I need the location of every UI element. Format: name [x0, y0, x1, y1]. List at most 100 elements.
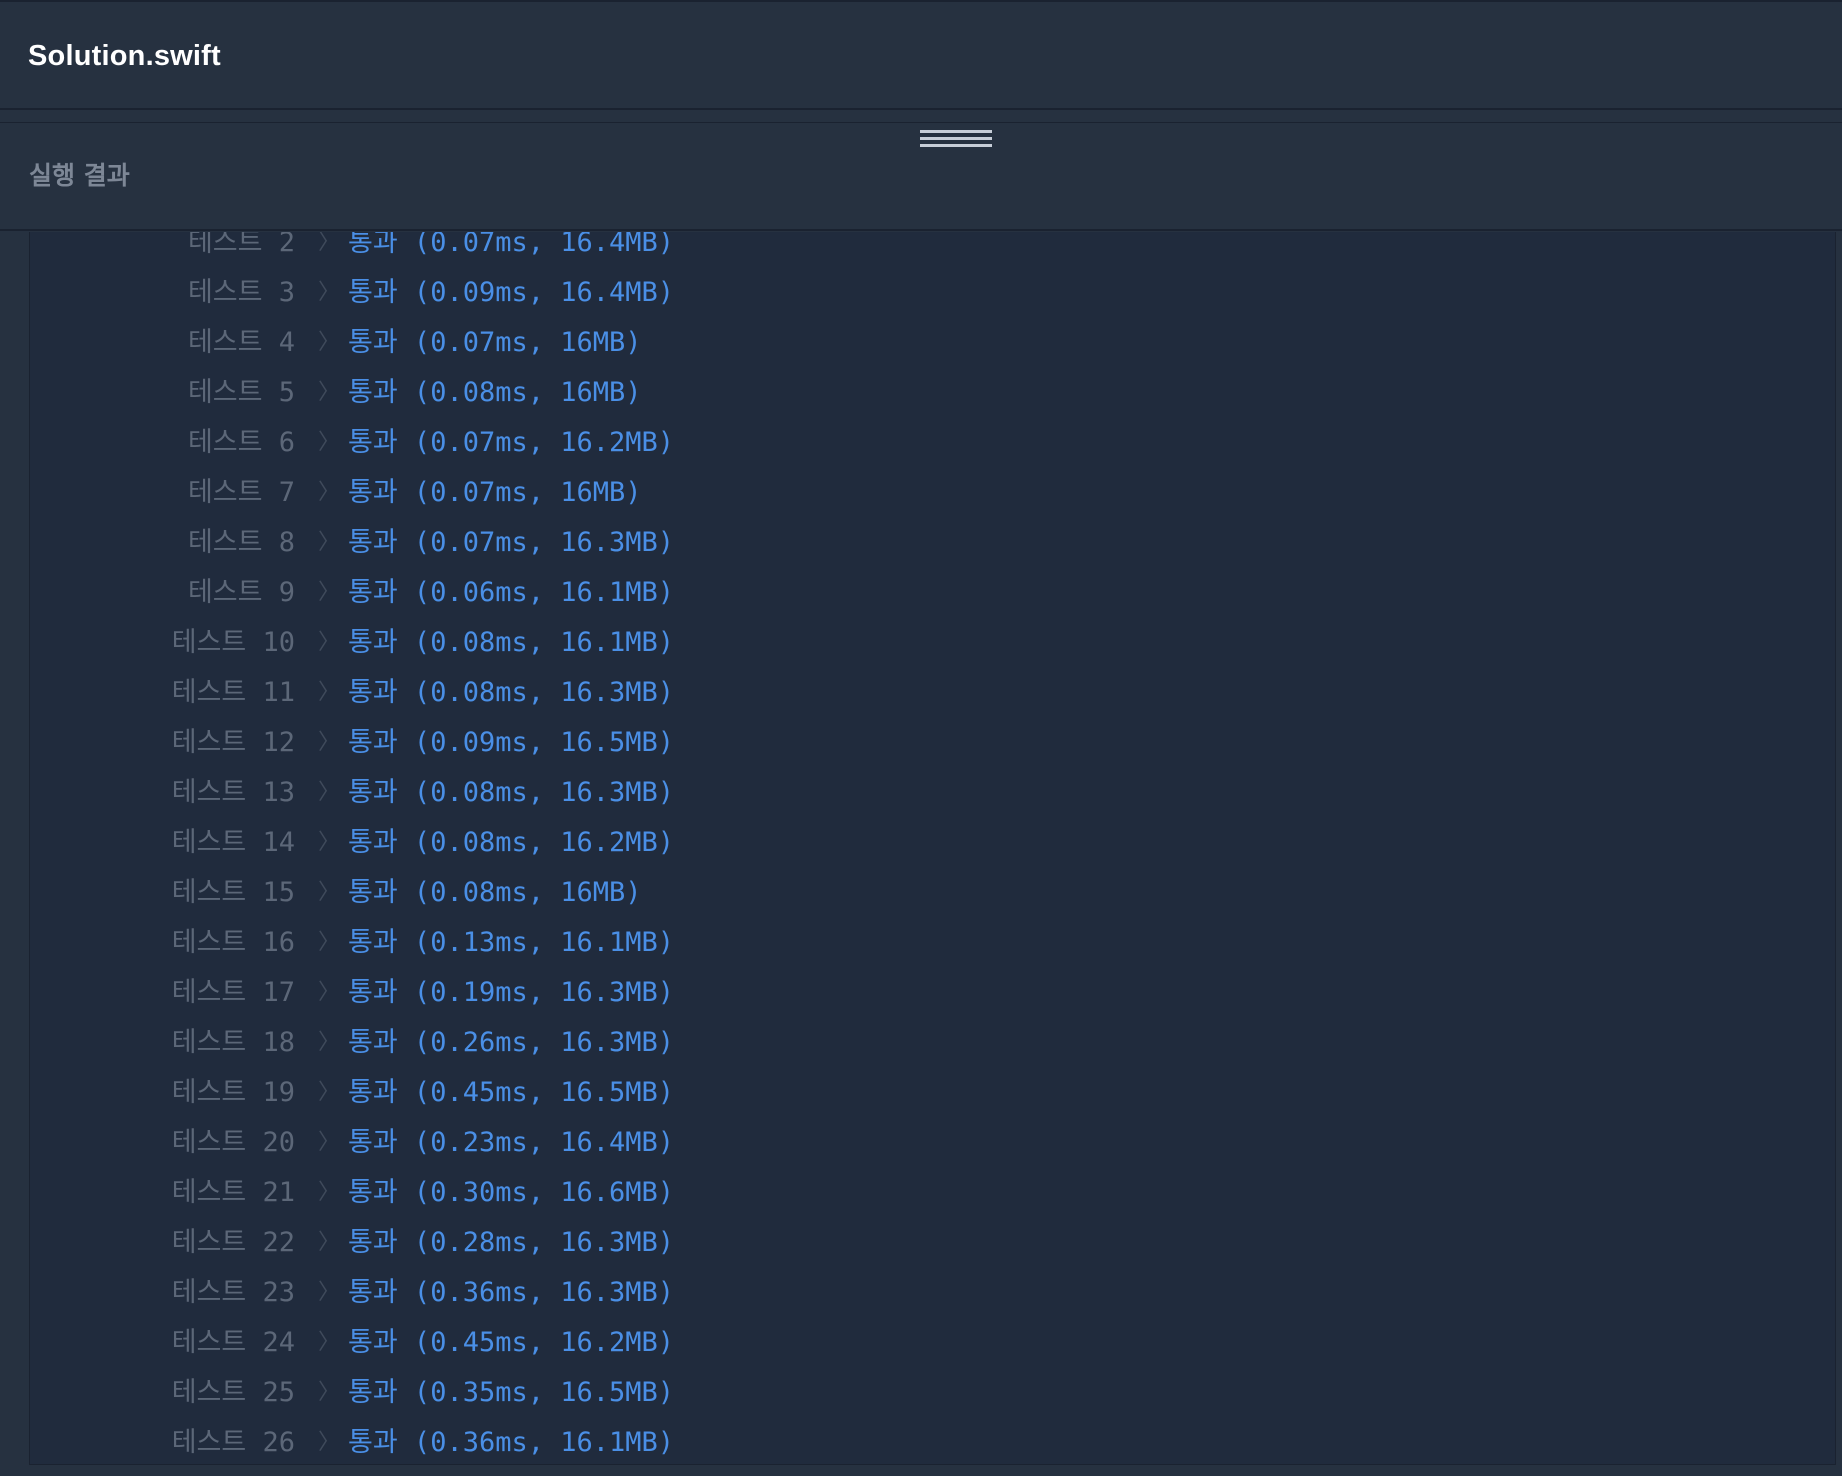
- test-label: 테스트 20: [171, 1127, 295, 1158]
- test-result: 통과 (0.08ms, 16MB): [348, 377, 642, 408]
- test-label: 테스트 8: [187, 527, 295, 558]
- test-label: 테스트 10: [171, 627, 295, 658]
- test-label: 테스트 19: [171, 1077, 295, 1108]
- test-result: 통과 (0.06ms, 16.1MB): [348, 577, 675, 608]
- test-result: 통과 (0.30ms, 16.6MB): [348, 1177, 675, 1208]
- test-label: 테스트 22: [171, 1227, 295, 1258]
- result-row: 테스트 19 〉 통과 (0.45ms, 16.5MB): [30, 1068, 1835, 1118]
- chevron-right-icon: 〉: [318, 1180, 341, 1205]
- test-result: 통과 (0.07ms, 16.4MB): [348, 232, 675, 258]
- test-label: 테스트 21: [171, 1177, 295, 1208]
- test-result: 통과 (0.07ms, 16MB): [348, 477, 642, 508]
- result-row: 테스트 15 〉 통과 (0.08ms, 16MB): [30, 868, 1835, 918]
- result-row: 테스트 9 〉 통과 (0.06ms, 16.1MB): [30, 568, 1835, 618]
- chevron-right-icon: 〉: [318, 630, 341, 655]
- chevron-right-icon: 〉: [318, 232, 341, 255]
- chevron-right-icon: 〉: [318, 330, 341, 355]
- chevron-right-icon: 〉: [318, 1130, 341, 1155]
- test-label: 테스트 9: [187, 577, 295, 608]
- test-label: 테스트 23: [171, 1277, 295, 1308]
- bottom-strip: [0, 1465, 1842, 1476]
- chevron-right-icon: 〉: [318, 1430, 341, 1455]
- chevron-right-icon: 〉: [318, 880, 341, 905]
- test-result: 통과 (0.08ms, 16.2MB): [348, 827, 675, 858]
- test-label: 테스트 24: [171, 1327, 295, 1358]
- chevron-right-icon: 〉: [318, 1380, 341, 1405]
- test-result: 통과 (0.09ms, 16.5MB): [348, 727, 675, 758]
- test-result: 통과 (0.45ms, 16.5MB): [348, 1077, 675, 1108]
- chevron-right-icon: 〉: [318, 980, 341, 1005]
- resize-handle-icon[interactable]: [920, 130, 992, 150]
- test-label: 테스트 2: [187, 232, 295, 258]
- result-row: 테스트 16 〉 통과 (0.13ms, 16.1MB): [30, 918, 1835, 968]
- test-result: 통과 (0.35ms, 16.5MB): [348, 1377, 675, 1408]
- test-result: 통과 (0.13ms, 16.1MB): [348, 927, 675, 958]
- test-label: 테스트 14: [171, 827, 295, 858]
- result-row: 테스트 18 〉 통과 (0.26ms, 16.3MB): [30, 1018, 1835, 1068]
- file-header: Solution.swift: [0, 0, 1842, 108]
- result-row: 테스트 25 〉 통과 (0.35ms, 16.5MB): [30, 1368, 1835, 1418]
- result-row: 테스트 26 〉 통과 (0.36ms, 16.1MB): [30, 1418, 1835, 1464]
- result-row: 테스트 23 〉 통과 (0.36ms, 16.3MB): [30, 1268, 1835, 1318]
- result-row: 테스트 22 〉 통과 (0.28ms, 16.3MB): [30, 1218, 1835, 1268]
- test-result: 통과 (0.08ms, 16.3MB): [348, 677, 675, 708]
- test-result: 통과 (0.07ms, 16MB): [348, 327, 642, 358]
- chevron-right-icon: 〉: [318, 380, 341, 405]
- result-row: 테스트 7 〉 통과 (0.07ms, 16MB): [30, 468, 1835, 518]
- test-result: 통과 (0.07ms, 16.3MB): [348, 527, 675, 558]
- result-row: 테스트 2 〉 통과 (0.07ms, 16.4MB): [30, 232, 1835, 268]
- result-row: 테스트 8 〉 통과 (0.07ms, 16.3MB): [30, 518, 1835, 568]
- chevron-right-icon: 〉: [318, 280, 341, 305]
- chevron-right-icon: 〉: [318, 1230, 341, 1255]
- result-row: 테스트 12 〉 통과 (0.09ms, 16.5MB): [30, 718, 1835, 768]
- chevron-right-icon: 〉: [318, 680, 341, 705]
- chevron-right-icon: 〉: [318, 730, 341, 755]
- result-row: 테스트 21 〉 통과 (0.30ms, 16.6MB): [30, 1168, 1835, 1218]
- chevron-right-icon: 〉: [318, 1280, 341, 1305]
- test-label: 테스트 15: [171, 877, 295, 908]
- chevron-right-icon: 〉: [318, 780, 341, 805]
- chevron-right-icon: 〉: [318, 1330, 341, 1355]
- panel-divider-gap: [0, 110, 1842, 122]
- chevron-right-icon: 〉: [318, 530, 341, 555]
- result-row: 테스트 13 〉 통과 (0.08ms, 16.3MB): [30, 768, 1835, 818]
- results-title: 실행 결과: [29, 161, 130, 190]
- test-result: 통과 (0.28ms, 16.3MB): [348, 1227, 675, 1258]
- result-row: 테스트 24 〉 통과 (0.45ms, 16.2MB): [30, 1318, 1835, 1368]
- test-label: 테스트 12: [171, 727, 295, 758]
- result-row: 테스트 20 〉 통과 (0.23ms, 16.4MB): [30, 1118, 1835, 1168]
- test-label: 테스트 16: [171, 927, 295, 958]
- file-title: Solution.swift: [28, 40, 221, 72]
- chevron-right-icon: 〉: [318, 1080, 341, 1105]
- test-label: 테스트 18: [171, 1027, 295, 1058]
- test-label: 테스트 4: [187, 327, 295, 358]
- test-result: 통과 (0.08ms, 16.1MB): [348, 627, 675, 658]
- test-result: 통과 (0.26ms, 16.3MB): [348, 1027, 675, 1058]
- test-result: 통과 (0.08ms, 16MB): [348, 877, 642, 908]
- result-row: 테스트 5 〉 통과 (0.08ms, 16MB): [30, 368, 1835, 418]
- test-label: 테스트 26: [171, 1427, 295, 1458]
- result-row: 테스트 10 〉 통과 (0.08ms, 16.1MB): [30, 618, 1835, 668]
- result-row: 테스트 3 〉 통과 (0.09ms, 16.4MB): [30, 268, 1835, 318]
- test-label: 테스트 11: [171, 677, 295, 708]
- test-label: 테스트 6: [187, 427, 295, 458]
- chevron-right-icon: 〉: [318, 430, 341, 455]
- result-row: 테스트 11 〉 통과 (0.08ms, 16.3MB): [30, 668, 1835, 718]
- result-row: 테스트 6 〉 통과 (0.07ms, 16.2MB): [30, 418, 1835, 468]
- test-label: 테스트 5: [187, 377, 295, 408]
- test-label: 테스트 17: [171, 977, 295, 1008]
- result-row: 테스트 4 〉 통과 (0.07ms, 16MB): [30, 318, 1835, 368]
- chevron-right-icon: 〉: [318, 830, 341, 855]
- test-label: 테스트 13: [171, 777, 295, 808]
- results-console[interactable]: 테스트 2 〉 통과 (0.07ms, 16.4MB) 테스트 3 〉 통과 (0.09m…: [29, 232, 1836, 1465]
- test-result: 통과 (0.09ms, 16.4MB): [348, 277, 675, 308]
- test-result: 통과 (0.36ms, 16.3MB): [348, 1277, 675, 1308]
- test-label: 테스트 3: [187, 277, 295, 308]
- chevron-right-icon: 〉: [318, 580, 341, 605]
- test-label: 테스트 7: [187, 477, 295, 508]
- test-result: 통과 (0.23ms, 16.4MB): [348, 1127, 675, 1158]
- chevron-right-icon: 〉: [318, 480, 341, 505]
- test-result: 통과 (0.19ms, 16.3MB): [348, 977, 675, 1008]
- test-result: 통과 (0.36ms, 16.1MB): [348, 1427, 675, 1458]
- test-result: 통과 (0.07ms, 16.2MB): [348, 427, 675, 458]
